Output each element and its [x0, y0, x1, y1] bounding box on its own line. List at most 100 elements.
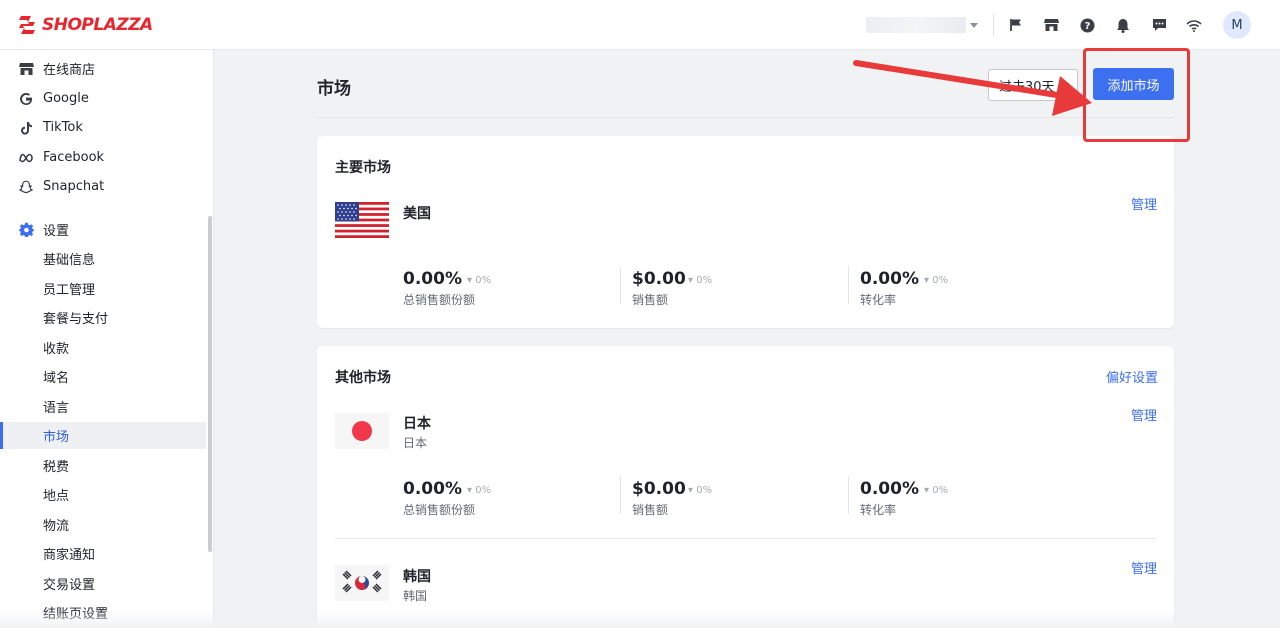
- sidebar-item-settings[interactable]: 设置: [0, 216, 206, 243]
- sidebar-item-label: TikTok: [43, 120, 83, 135]
- sidebar-item-label: 地点: [43, 489, 70, 504]
- metric-change-value: 0%: [932, 275, 949, 286]
- topbar-divider: [993, 13, 994, 37]
- sidebar-item-shipping[interactable]: 物流: [0, 511, 206, 538]
- sidebar-item-basic-info[interactable]: 基础信息: [0, 245, 206, 272]
- store-selector[interactable]: [866, 15, 978, 35]
- sidebar-item-label: 交易设置: [43, 578, 96, 593]
- metric-value: 0.00%: [860, 479, 919, 499]
- top-bar: SHOPLAZZA ? M: [0, 0, 1280, 50]
- sidebar-item-staff[interactable]: 员工管理: [0, 275, 206, 302]
- sidebar: 在线商店 Google TikTok Facebook Snapchat 设置 …: [0, 50, 214, 628]
- sidebar-item-label: Snapchat: [43, 179, 105, 194]
- sidebar-item-label: Google: [43, 91, 89, 106]
- sidebar-item-label: 员工管理: [43, 283, 96, 298]
- other-markets-card: 其他市场 偏好设置 管理 日本 日本 0.00% ▾ 0% 总销售额份额 $0.…: [317, 346, 1174, 628]
- wifi-icon[interactable]: [1183, 14, 1205, 36]
- sidebar-item-label: 基础信息: [43, 253, 96, 268]
- market-row-divider: [335, 538, 1156, 539]
- sidebar-item-locations[interactable]: 地点: [0, 481, 206, 508]
- metric-label: 总销售额份额: [403, 293, 476, 307]
- metric-change-value: 0%: [696, 275, 713, 286]
- metric-label: 销售额: [632, 503, 669, 517]
- trend-down-icon: ▾: [688, 485, 697, 496]
- page-title: 市场: [317, 79, 351, 99]
- metric-change-value: 0%: [475, 275, 492, 286]
- market-name: 美国: [403, 206, 431, 222]
- metric-sales-share: 0.00% ▾ 0% 总销售额份额: [403, 479, 603, 521]
- header-divider: [317, 117, 1174, 118]
- bottom-fade: [0, 610, 1280, 628]
- help-icon[interactable]: ?: [1076, 14, 1098, 36]
- sidebar-item-tiktok[interactable]: TikTok: [0, 114, 206, 141]
- metric-change-value: 0%: [696, 485, 713, 496]
- metric-value: 0.00%: [403, 479, 462, 499]
- trend-down-icon: ▾: [924, 485, 933, 496]
- bell-icon[interactable]: [1112, 14, 1134, 36]
- flag-icon[interactable]: [1005, 14, 1027, 36]
- sidebar-item-label: 税费: [43, 460, 70, 475]
- market-region: 日本: [403, 436, 428, 450]
- sidebar-item-payments[interactable]: 收款: [0, 334, 206, 361]
- sidebar-item-domains[interactable]: 域名: [0, 363, 206, 390]
- user-avatar[interactable]: M: [1223, 11, 1251, 39]
- market-region: 韩国: [403, 589, 428, 603]
- sidebar-item-label: 套餐与支付: [43, 312, 109, 327]
- us-flag-icon: [335, 202, 389, 238]
- sidebar-item-markets[interactable]: 市场: [0, 422, 206, 449]
- card-title: 其他市场: [335, 370, 391, 386]
- metric-divider: [848, 266, 849, 304]
- sidebar-item-label: 商家通知: [43, 548, 96, 563]
- metric-sales: $0.00 ▾ 0% 销售额: [632, 269, 832, 311]
- sidebar-item-checkout[interactable]: 交易设置: [0, 570, 206, 597]
- date-range-select[interactable]: 过去30天: [988, 69, 1078, 101]
- metric-change-value: 0%: [475, 485, 492, 496]
- store-icon[interactable]: [1040, 14, 1062, 36]
- metric-label: 总销售额份额: [403, 503, 476, 517]
- sidebar-item-snapchat[interactable]: Snapchat: [0, 173, 206, 200]
- chat-icon[interactable]: [1148, 14, 1170, 36]
- sidebar-item-languages[interactable]: 语言: [0, 393, 206, 420]
- sidebar-item-online-store[interactable]: 在线商店: [0, 55, 206, 82]
- metric-divider: [848, 476, 849, 514]
- market-name: 日本: [403, 416, 431, 432]
- manage-link[interactable]: 管理: [1131, 194, 1157, 213]
- trend-down-icon: ▾: [924, 275, 933, 286]
- sidebar-item-label: 域名: [43, 371, 70, 386]
- manage-link[interactable]: 管理: [1131, 405, 1157, 424]
- metric-change: ▾ 0%: [467, 485, 491, 496]
- primary-market-card: 主要市场 管理 美国 0.00% ▾ 0% 总销售额份额 $0.00 ▾ 0% …: [317, 136, 1174, 328]
- metric-value: $0.00: [632, 269, 686, 289]
- preferences-link[interactable]: 偏好设置: [1106, 367, 1158, 386]
- gear-icon: [18, 222, 34, 238]
- market-name: 韩国: [403, 569, 431, 585]
- sidebar-item-taxes[interactable]: 税费: [0, 452, 206, 479]
- metric-change: ▾ 0%: [924, 275, 948, 286]
- svg-text:?: ?: [1084, 21, 1090, 32]
- sidebar-item-facebook[interactable]: Facebook: [0, 144, 206, 171]
- sidebar-item-label: 在线商店: [43, 63, 96, 78]
- korea-flag-icon: [335, 565, 389, 601]
- sidebar-item-label: 语言: [43, 401, 70, 416]
- trend-down-icon: ▾: [467, 485, 476, 496]
- google-icon: [18, 91, 34, 107]
- manage-link[interactable]: 管理: [1131, 558, 1157, 577]
- date-range-value: 过去30天: [999, 79, 1055, 95]
- card-title: 主要市场: [335, 160, 391, 176]
- chevron-down-icon: [1059, 83, 1069, 89]
- japan-flag-icon: [335, 413, 389, 449]
- sidebar-scrollbar[interactable]: [208, 216, 212, 552]
- metric-change: ▾ 0%: [688, 275, 712, 286]
- shoplazza-logo[interactable]: SHOPLAZZA: [18, 13, 153, 37]
- logo-text: SHOPLAZZA: [42, 15, 153, 35]
- sidebar-item-label: 收款: [43, 342, 70, 357]
- sidebar-item-plan-payment[interactable]: 套餐与支付: [0, 304, 206, 331]
- metric-label: 销售额: [632, 293, 669, 307]
- metric-value: $0.00: [632, 479, 686, 499]
- metric-sales-share: 0.00% ▾ 0% 总销售额份额: [403, 269, 603, 311]
- metric-value: 0.00%: [860, 269, 919, 289]
- sidebar-item-google[interactable]: Google: [0, 85, 206, 112]
- tiktok-icon: [18, 120, 34, 136]
- store-icon: [18, 61, 34, 77]
- sidebar-item-notifications[interactable]: 商家通知: [0, 540, 206, 567]
